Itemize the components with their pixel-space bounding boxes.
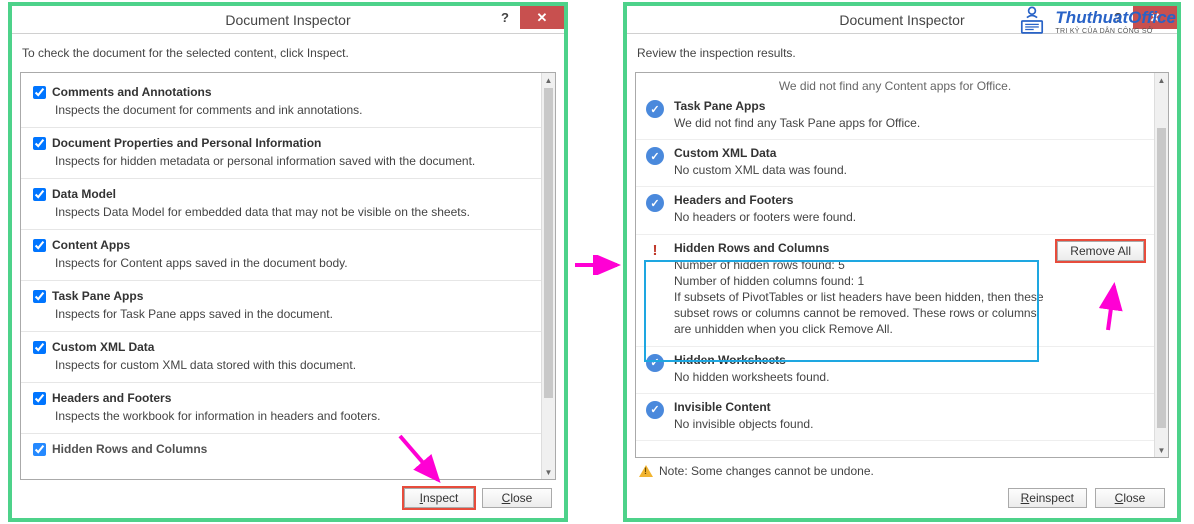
titlebar-controls: ? ✕ [490, 6, 564, 30]
option-label: Data Model [52, 187, 116, 201]
results-scroll-area: We did not find any Content apps for Off… [635, 72, 1169, 458]
scroll-up-icon[interactable]: ▲ [1155, 73, 1168, 87]
result-item: ✓ Hidden Worksheets No hidden worksheets f… [636, 347, 1154, 394]
option-label: Document Properties and Personal Informa… [52, 136, 321, 150]
result-title: Task Pane Apps [674, 99, 1144, 113]
close-button[interactable]: Close [1095, 488, 1165, 508]
option-desc: Inspects for Task Pane apps saved in the… [55, 307, 531, 321]
result-body: Custom XML Data No custom XML data was fo… [674, 146, 1144, 178]
instruction-text: Review the inspection results. [627, 34, 1177, 72]
check-item: Content Apps Inspects for Content apps sa… [21, 230, 541, 281]
close-window-button[interactable]: ✕ [520, 6, 564, 29]
reinspect-button[interactable]: Reinspect [1008, 488, 1087, 508]
scrollbar-thumb[interactable] [544, 88, 553, 398]
result-desc: No headers or footers were found. [674, 209, 1144, 225]
check-item: Document Properties and Personal Informa… [21, 128, 541, 179]
scrollbar[interactable]: ▲ ▼ [541, 73, 555, 479]
dialog-title: Document Inspector [839, 12, 964, 28]
result-item: ✓ Custom XML Data No custom XML data was f… [636, 140, 1154, 187]
result-title: Invisible Content [674, 400, 1144, 414]
result-desc: No invisible objects found. [674, 416, 1144, 432]
check-icon: ✓ [646, 100, 664, 118]
scroll-up-icon[interactable]: ▲ [542, 73, 555, 87]
option-label: Task Pane Apps [52, 289, 143, 303]
option-desc: Inspects the document for comments and i… [55, 103, 531, 117]
result-item: ✓ Headers and Footers No headers or footer… [636, 187, 1154, 234]
scrollbar-thumb[interactable] [1157, 128, 1166, 428]
result-body: Hidden Rows and Columns Number of hidden … [674, 241, 1047, 338]
help-button[interactable]: ? [490, 6, 520, 29]
result-action: Remove All [1057, 241, 1144, 261]
dialog-footer: Inspect Close [12, 480, 564, 518]
option-desc: Inspects the workbook for information in… [55, 409, 531, 423]
close-window-button[interactable]: ✕ [1133, 6, 1177, 29]
remove-all-button[interactable]: Remove All [1057, 241, 1144, 261]
check-item: Comments and Annotations Inspects the doc… [21, 77, 541, 128]
result-title: Headers and Footers [674, 193, 1144, 207]
titlebar-controls: ? ✕ [1103, 6, 1177, 30]
option-checkbox[interactable] [33, 290, 46, 303]
result-body: Task Pane Apps We did not find any Task P… [674, 99, 1144, 131]
dialog-footer: Reinspect Close [627, 480, 1177, 518]
option-checkbox[interactable] [33, 443, 46, 456]
option-checkbox[interactable] [33, 188, 46, 201]
option-desc: Inspects for Content apps saved in the d… [55, 256, 531, 270]
document-inspector-dialog-initial: Document Inspector ? ✕ To check the docu… [8, 2, 568, 522]
check-icon: ✓ [646, 147, 664, 165]
titlebar: Document Inspector ? ✕ [12, 6, 564, 34]
result-desc: No hidden worksheets found. [674, 369, 1144, 385]
result-item: ! Hidden Rows and Columns Number of hidden… [636, 235, 1154, 347]
alert-icon: ! [646, 242, 664, 260]
instruction-text: To check the document for the selected c… [12, 34, 564, 72]
option-checkbox[interactable] [33, 239, 46, 252]
result-desc: Number of hidden rows found: 5 Number of… [674, 257, 1047, 338]
arrow-between-dialogs-icon [573, 255, 623, 275]
scrollbar[interactable]: ▲ ▼ [1154, 73, 1168, 457]
check-icon: ✓ [646, 194, 664, 212]
close-button[interactable]: Close [482, 488, 552, 508]
note-text: Note: Some changes cannot be undone. [659, 464, 874, 478]
warning-icon [639, 465, 653, 477]
note-row: Note: Some changes cannot be undone. [627, 458, 1177, 480]
result-desc: We did not find any Task Pane apps for O… [674, 115, 1144, 131]
document-inspector-dialog-results: Document Inspector ? ✕ Review the inspec… [623, 2, 1181, 522]
option-label: Content Apps [52, 238, 130, 252]
option-checkbox[interactable] [33, 137, 46, 150]
result-title: Hidden Rows and Columns [674, 241, 1047, 255]
option-label: Comments and Annotations [52, 85, 212, 99]
scroll-down-icon[interactable]: ▼ [542, 465, 555, 479]
option-label: Custom XML Data [52, 340, 154, 354]
help-button[interactable]: ? [1103, 6, 1133, 29]
option-label: Headers and Footers [52, 391, 171, 405]
clipped-prev-result: We did not find any Content apps for Off… [636, 77, 1154, 93]
result-item: ✓ Invisible Content No invisible objects f… [636, 394, 1154, 441]
option-desc: Inspects for custom XML data stored with… [55, 358, 531, 372]
result-body: Hidden Worksheets No hidden worksheets fo… [674, 353, 1144, 385]
option-checkbox[interactable] [33, 341, 46, 354]
scroll-down-icon[interactable]: ▼ [1155, 443, 1168, 457]
check-item: Hidden Rows and Columns [21, 434, 541, 456]
result-item: ✓ Task Pane Apps We did not find any Task … [636, 93, 1154, 140]
check-item: Headers and Footers Inspects the workbook… [21, 383, 541, 434]
check-item: Data Model Inspects Data Model for embedd… [21, 179, 541, 230]
option-checkbox[interactable] [33, 392, 46, 405]
result-title: Custom XML Data [674, 146, 1144, 160]
check-icon: ✓ [646, 354, 664, 372]
option-desc: Inspects for hidden metadata or personal… [55, 154, 531, 168]
result-body: Invisible Content No invisible objects fo… [674, 400, 1144, 432]
option-desc: Inspects Data Model for embedded data th… [55, 205, 531, 219]
titlebar: Document Inspector ? ✕ [627, 6, 1177, 34]
check-item: Custom XML Data Inspects for custom XML d… [21, 332, 541, 383]
result-title: Hidden Worksheets [674, 353, 1144, 367]
option-checkbox[interactable] [33, 86, 46, 99]
options-scroll-area: Comments and Annotations Inspects the doc… [20, 72, 556, 480]
dialog-title: Document Inspector [225, 12, 350, 28]
check-item: Task Pane Apps Inspects for Task Pane app… [21, 281, 541, 332]
inspect-button[interactable]: Inspect [404, 488, 474, 508]
result-body: Headers and Footers No headers or footers… [674, 193, 1144, 225]
check-icon: ✓ [646, 401, 664, 419]
result-desc: No custom XML data was found. [674, 162, 1144, 178]
option-label: Hidden Rows and Columns [52, 442, 207, 456]
